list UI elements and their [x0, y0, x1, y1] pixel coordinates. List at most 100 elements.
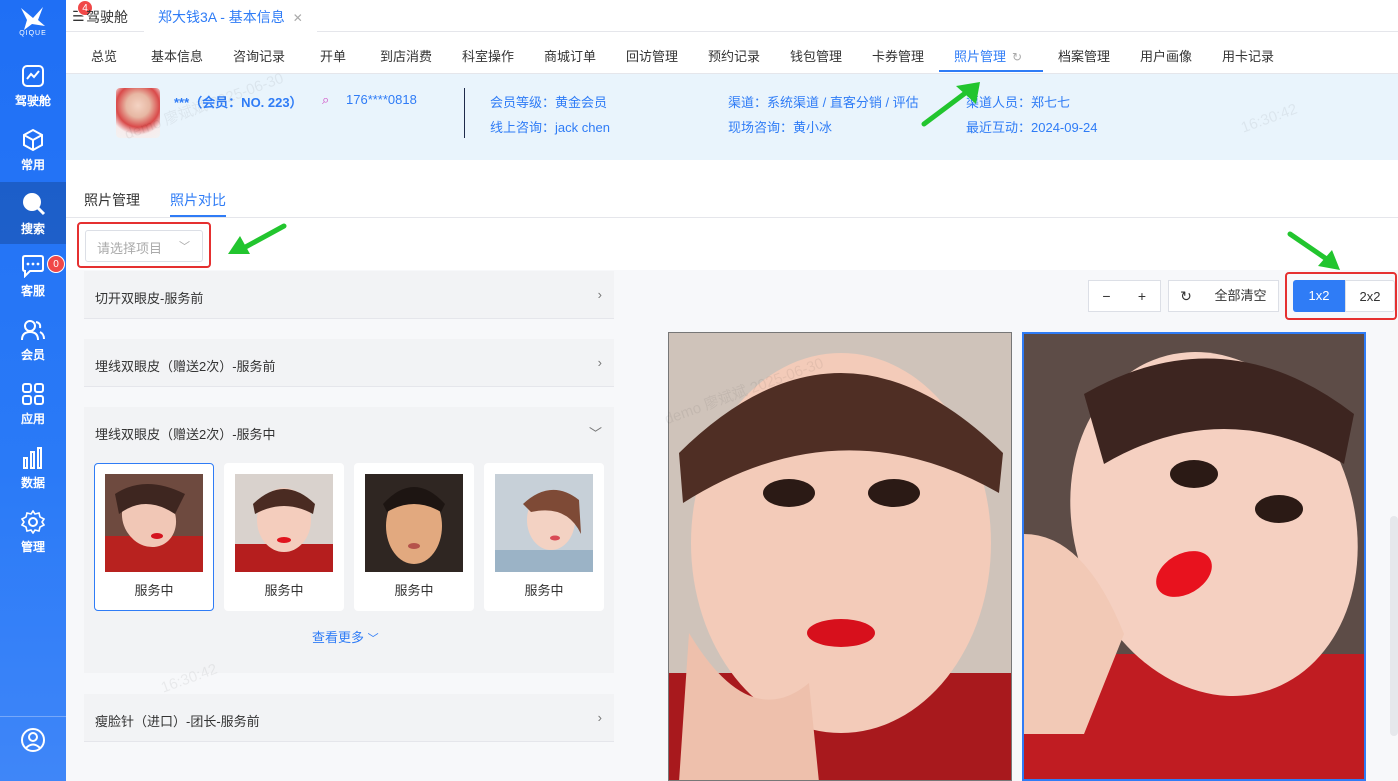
- member-name: ***（会员：NO. 223）: [174, 95, 303, 110]
- module-followup[interactable]: 回访管理: [626, 46, 678, 65]
- zoom-in-button[interactable]: +: [1124, 280, 1161, 312]
- photo-thumbnail-card[interactable]: 服务中: [94, 463, 214, 611]
- highlight-box-select: [77, 222, 211, 268]
- photo-thumbnail: [365, 474, 463, 572]
- nav-label: 数据: [20, 476, 45, 490]
- module-consult-records[interactable]: 咨询记录: [233, 46, 285, 65]
- info-divider: [464, 88, 465, 138]
- field-value: 黄小冰: [793, 120, 833, 135]
- photo-label: 服务中: [394, 583, 434, 598]
- search-icon: [23, 193, 46, 216]
- clear-all-button[interactable]: 全部清空: [1203, 280, 1279, 312]
- group-header[interactable]: 埋线双眼皮（赠送2次）-服务中 ﹀: [84, 407, 614, 455]
- module-photos[interactable]: 照片管理 ↻: [954, 46, 1022, 65]
- nav-label: 会员: [20, 348, 45, 362]
- module-label: 照片管理: [954, 49, 1007, 64]
- nav-label: 应用: [20, 412, 45, 426]
- module-appointments[interactable]: 预约记录: [708, 46, 760, 65]
- module-coupons[interactable]: 卡券管理: [872, 46, 924, 65]
- photo-label: 服务中: [524, 583, 564, 598]
- tab-member-info[interactable]: 郑大钱3A - 基本信息 ✕: [144, 0, 317, 32]
- nav-members[interactable]: 会员: [0, 310, 66, 372]
- module-wallet[interactable]: 钱包管理: [790, 46, 842, 65]
- nav-dashboard[interactable]: 驾驶舱: [0, 56, 66, 118]
- zoom-out-button[interactable]: −: [1088, 280, 1125, 312]
- module-mall-orders[interactable]: 商城订单: [544, 46, 596, 65]
- app-logo[interactable]: QIQUE: [0, 4, 66, 48]
- module-dept-ops[interactable]: 科室操作: [462, 46, 514, 65]
- window-tabs: ☰ 4 驾驶舱 郑大钱3A - 基本信息 ✕: [66, 0, 1398, 32]
- photo-thumbnail-card[interactable]: 服务中: [484, 463, 604, 611]
- field-value: 2024-09-24: [1031, 120, 1098, 135]
- module-in-store[interactable]: 到店消费: [380, 46, 432, 65]
- photo-thumbnail: [235, 474, 333, 572]
- logo-text: QIQUE: [19, 30, 47, 37]
- nav-data[interactable]: 数据: [0, 438, 66, 500]
- module-archives[interactable]: 档案管理: [1058, 46, 1110, 65]
- annotation-arrow-icon: [228, 223, 287, 254]
- chevron-down-icon: ﹀: [588, 426, 602, 441]
- module-overview[interactable]: 总览: [91, 46, 117, 65]
- member-avatar[interactable]: [116, 88, 160, 138]
- highlight-box-layout: [1285, 272, 1397, 320]
- user-avatar-icon: [21, 728, 45, 752]
- annotation-arrow-icon: [1287, 231, 1340, 270]
- chevron-down-icon: ﹀: [367, 633, 379, 645]
- field-value: 黄金会员: [555, 95, 608, 110]
- module-card-records[interactable]: 用卡记录: [1222, 46, 1274, 65]
- group-header[interactable]: 瘦脸针（进口）-团长-服务前 ›: [84, 694, 614, 742]
- module-basic-info[interactable]: 基本信息: [151, 46, 203, 65]
- photo-thumbnail-card[interactable]: 服务中: [224, 463, 344, 611]
- nav-search[interactable]: 搜索: [0, 182, 66, 244]
- reset-button[interactable]: ↻: [1168, 280, 1204, 312]
- chart-icon: [23, 447, 42, 469]
- onsite-consultant: 现场咨询：黄小冰: [728, 117, 832, 136]
- member-channel: 渠道：系统渠道 / 直客分销 / 评估: [728, 92, 919, 111]
- compare-photo-image: [669, 333, 1011, 780]
- field-label: 渠道：: [728, 95, 768, 110]
- compare-photo-right[interactable]: [1022, 332, 1366, 781]
- bird-logo-icon: [21, 7, 45, 30]
- field-value: 系统渠道 / 直客分销 / 评估: [767, 95, 919, 110]
- group-header[interactable]: 切开双眼皮-服务前 ›: [84, 271, 614, 319]
- tab-label: 郑大钱3A - 基本信息: [158, 9, 285, 25]
- photo-label: 服务中: [264, 583, 304, 598]
- users-icon: [21, 320, 45, 341]
- group-header[interactable]: 埋线双眼皮（赠送2次）-服务前 ›: [84, 339, 614, 387]
- group-title: 埋线双眼皮（赠送2次）-服务中: [95, 427, 276, 442]
- nav-label: 常用: [20, 158, 45, 172]
- close-icon[interactable]: ✕: [293, 11, 303, 25]
- module-user-profile[interactable]: 用户画像: [1140, 46, 1192, 65]
- photo-thumbnail: [105, 474, 203, 572]
- photo-thumbnail: [495, 474, 593, 572]
- member-phone: 176****0818: [346, 92, 417, 107]
- user-profile[interactable]: [0, 716, 66, 781]
- nav-apps[interactable]: 应用: [0, 374, 66, 436]
- photo-compare-area: − + ↻ 全部清空 1x2 2x2: [624, 270, 1398, 781]
- tab-dashboard[interactable]: 驾驶舱: [86, 7, 128, 27]
- module-billing[interactable]: 开单: [320, 46, 346, 65]
- nav-manage[interactable]: 管理: [0, 502, 66, 564]
- field-value: jack chen: [555, 120, 610, 135]
- search-icon[interactable]: ⌕: [322, 92, 329, 108]
- annotation-arrow-icon: [921, 82, 980, 127]
- field-label: 线上咨询：: [490, 120, 556, 135]
- active-subtab-underline: [170, 215, 226, 217]
- sidebar: QIQUE 驾驶舱 常用 搜索 客服 0 会员 应用 数据 管理: [0, 0, 66, 781]
- subtab-photo-compare[interactable]: 照片对比: [170, 190, 226, 210]
- cube-icon: [23, 128, 43, 152]
- apps-icon: [22, 383, 44, 405]
- online-consultant: 线上咨询：jack chen: [490, 117, 610, 136]
- group-title: 瘦脸针（进口）-团长-服务前: [95, 714, 260, 729]
- photo-subtabs: 照片管理 照片对比: [66, 168, 1398, 218]
- view-more-link[interactable]: 查看更多 ﹀: [312, 627, 379, 646]
- compare-photo-left[interactable]: [668, 332, 1012, 781]
- refresh-icon[interactable]: ↻: [1012, 50, 1022, 64]
- group-title: 埋线双眼皮（赠送2次）-服务前: [95, 359, 276, 374]
- side-scroll-handle[interactable]: [1390, 516, 1398, 736]
- nav-label: 管理: [20, 540, 45, 554]
- photo-group-list: 切开双眼皮-服务前 › 埋线双眼皮（赠送2次）-服务前 › 埋线双眼皮（赠送2次…: [66, 270, 624, 781]
- nav-common[interactable]: 常用: [0, 120, 66, 182]
- subtab-photo-management[interactable]: 照片管理: [84, 190, 140, 210]
- photo-thumbnail-card[interactable]: 服务中: [354, 463, 474, 611]
